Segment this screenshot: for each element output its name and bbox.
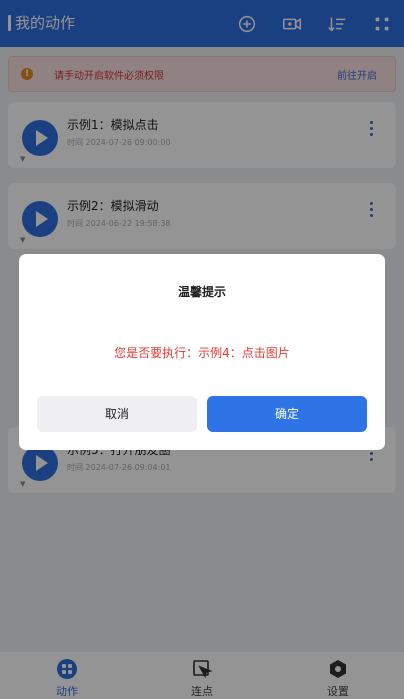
dialog-title: 温馨提示 bbox=[177, 285, 226, 299]
confirm-button[interactable]: 确定 bbox=[207, 396, 367, 432]
confirm-dialog: 温馨提示 您是否要执行：示例4：点击图片 取消 确定 bbox=[19, 254, 385, 450]
dialog-message: 您是否要执行：示例4：点击图片 bbox=[114, 346, 290, 360]
cancel-button[interactable]: 取消 bbox=[37, 396, 197, 432]
